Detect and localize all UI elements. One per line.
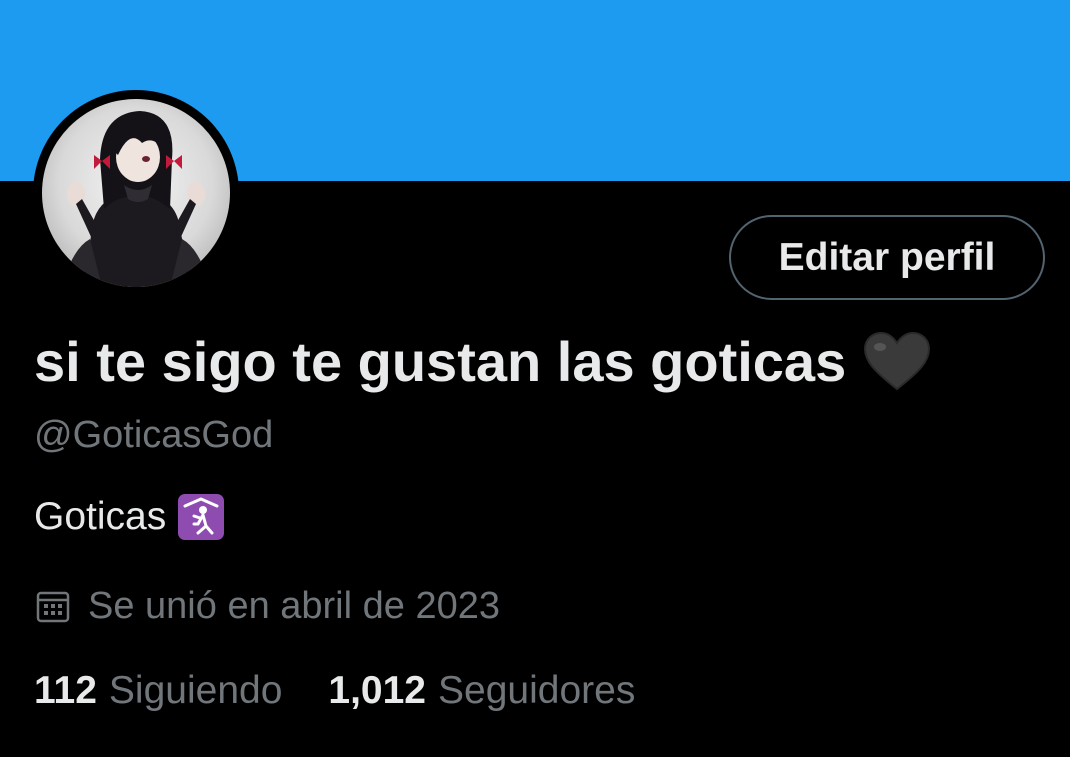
place-of-worship-icon: [178, 494, 225, 540]
following-link[interactable]: 112 Siguiendo: [34, 667, 282, 715]
followers-label: Seguidores: [438, 669, 636, 712]
following-label: Siguiendo: [108, 669, 283, 712]
avatar-image: [62, 111, 210, 287]
edit-profile-button[interactable]: Editar perfil: [729, 215, 1045, 300]
followers-link[interactable]: 1,012 Seguidores: [328, 667, 635, 715]
join-date: Se unió en abril de 2023: [36, 583, 500, 629]
join-date-text: Se unió en abril de 2023: [88, 585, 500, 627]
user-handle: @GoticasGod: [34, 414, 274, 456]
avatar[interactable]: [42, 99, 230, 287]
bio-text: Goticas: [34, 495, 167, 538]
calendar-icon: [36, 591, 70, 623]
followers-count: 1,012: [328, 669, 427, 712]
bio: Goticas: [34, 494, 225, 540]
follow-stats: 112 Siguiendo 1,012 Seguidores: [34, 667, 635, 715]
display-name-row: si te sigo te gustan las goticas: [34, 327, 932, 397]
following-count: 112: [34, 669, 97, 712]
display-name: si te sigo te gustan las goticas: [34, 330, 847, 393]
black-heart-icon: [864, 331, 931, 391]
